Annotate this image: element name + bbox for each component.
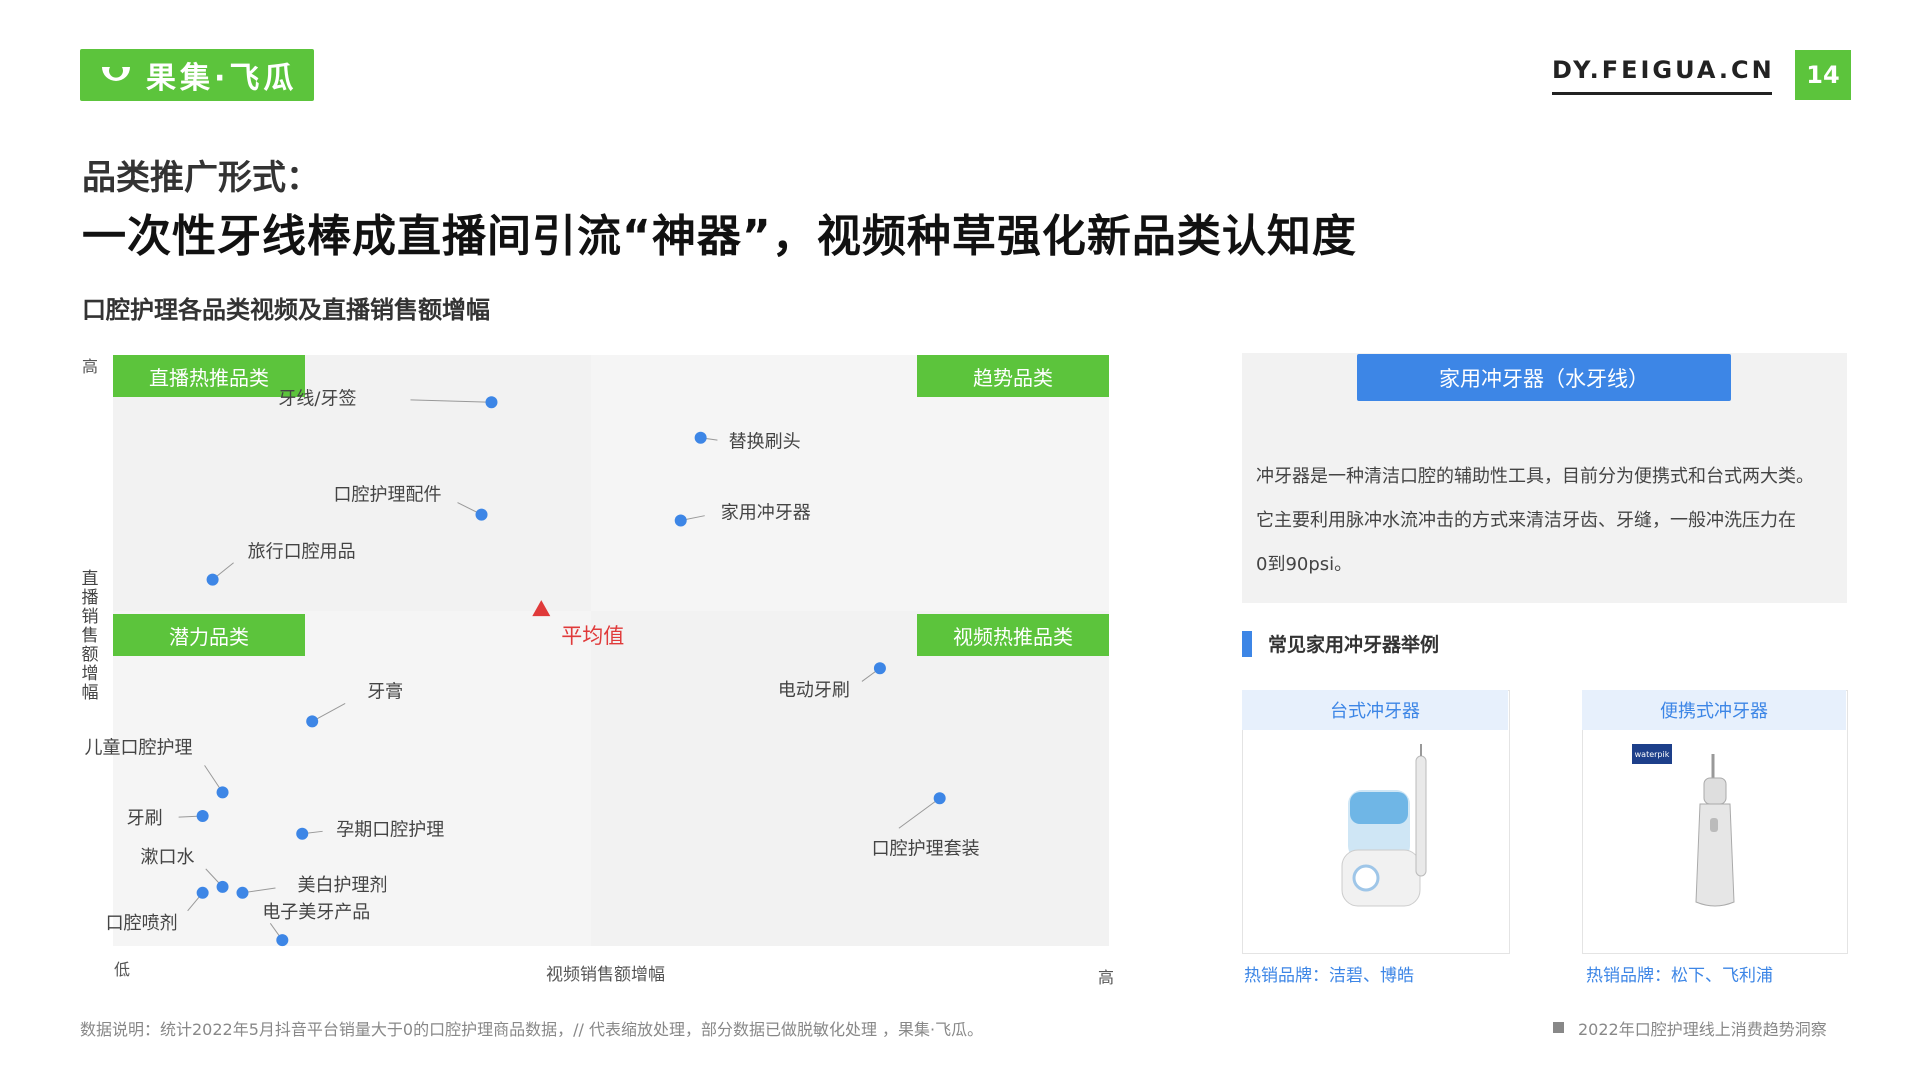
point-label: 口腔护理套装 [872, 838, 980, 859]
info-line-1: 冲牙器是一种清洁口腔的辅助性工具，目前分为便携式和台式两大类。 [1256, 466, 1814, 487]
scatter-plot-area: 牙线/牙签替换刷头口腔护理配件家用冲牙器旅行口腔用品电动牙刷牙膏儿童口腔护理口腔… [85, 388, 980, 947]
average-label: 平均值 [561, 624, 624, 648]
portable-flosser-image [1695, 754, 1735, 907]
waterpik-logo-text: waterpik [1634, 749, 1670, 759]
waterpik-logo: waterpik [1632, 744, 1672, 764]
report-title: 2022年口腔护理线上消费趋势洞察 [1578, 1020, 1827, 1039]
card-brands-countertop: 热销品牌：洁碧、博皓 [1244, 966, 1414, 986]
data-point[interactable] [674, 514, 687, 527]
card-title-countertop: 台式冲牙器 [1242, 690, 1508, 730]
data-point[interactable] [694, 431, 707, 444]
point-label: 牙刷 [127, 808, 163, 829]
report-marker [1553, 1022, 1564, 1033]
data-point[interactable] [873, 662, 886, 675]
point-label: 电动牙刷 [778, 680, 850, 701]
data-point[interactable] [216, 786, 229, 799]
info-line-2: 它主要利用脉冲水流冲击的方式来清洁牙齿、牙缝，一般冲洗压力在 [1256, 510, 1796, 531]
info-line-3: 0到90psi。 [1256, 554, 1353, 575]
leader-line [410, 399, 492, 403]
data-point[interactable] [216, 880, 229, 893]
point-label: 儿童口腔护理 [85, 737, 193, 758]
average-marker [532, 600, 551, 617]
point-label: 漱口水 [141, 847, 195, 868]
leader-line [898, 797, 940, 829]
water-flosser-button[interactable]: 家用冲牙器（水牙线） [1357, 354, 1731, 401]
data-point[interactable] [206, 573, 219, 586]
countertop-flosser-image [1341, 744, 1427, 907]
point-label: 旅行口腔用品 [248, 542, 356, 563]
data-point[interactable] [933, 792, 946, 805]
card-brands-portable: 热销品牌：松下、飞利浦 [1586, 966, 1773, 986]
data-point[interactable] [485, 396, 498, 409]
point-label: 家用冲牙器 [721, 502, 811, 523]
data-point[interactable] [306, 715, 319, 728]
point-label: 口腔护理配件 [334, 485, 442, 506]
data-point[interactable] [196, 809, 209, 822]
section-marker [1242, 631, 1252, 657]
point-label: 美白护理剂 [297, 875, 387, 896]
data-point[interactable] [236, 886, 249, 899]
data-point[interactable] [475, 508, 488, 521]
data-point[interactable] [296, 827, 309, 840]
site-underline [1552, 92, 1772, 95]
point-label: 替换刷头 [729, 432, 801, 453]
card-title-portable: 便携式冲牙器 [1582, 690, 1846, 730]
info-panel-text: 冲牙器是一种清洁口腔的辅助性工具，目前分为便携式和台式两大类。 它主要利用脉冲水… [1256, 455, 1846, 587]
point-label: 电子美牙产品 [262, 902, 370, 923]
point-label: 口腔喷剂 [106, 913, 178, 934]
point-label: 牙膏 [367, 680, 403, 702]
data-point[interactable] [196, 886, 209, 899]
page-number: 14 [1795, 50, 1851, 100]
site-url[interactable]: DY.FEIGUA.CN [1552, 56, 1775, 84]
point-label: 孕期口腔护理 [336, 820, 444, 841]
examples-title: 常见家用冲牙器举例 [1268, 634, 1440, 656]
point-label: 牙线/牙签 [278, 388, 356, 409]
data-point[interactable] [276, 934, 289, 947]
data-note: 数据说明：统计2022年5月抖音平台销量大于0的口腔护理商品数据，// 代表缩放… [80, 1020, 984, 1039]
